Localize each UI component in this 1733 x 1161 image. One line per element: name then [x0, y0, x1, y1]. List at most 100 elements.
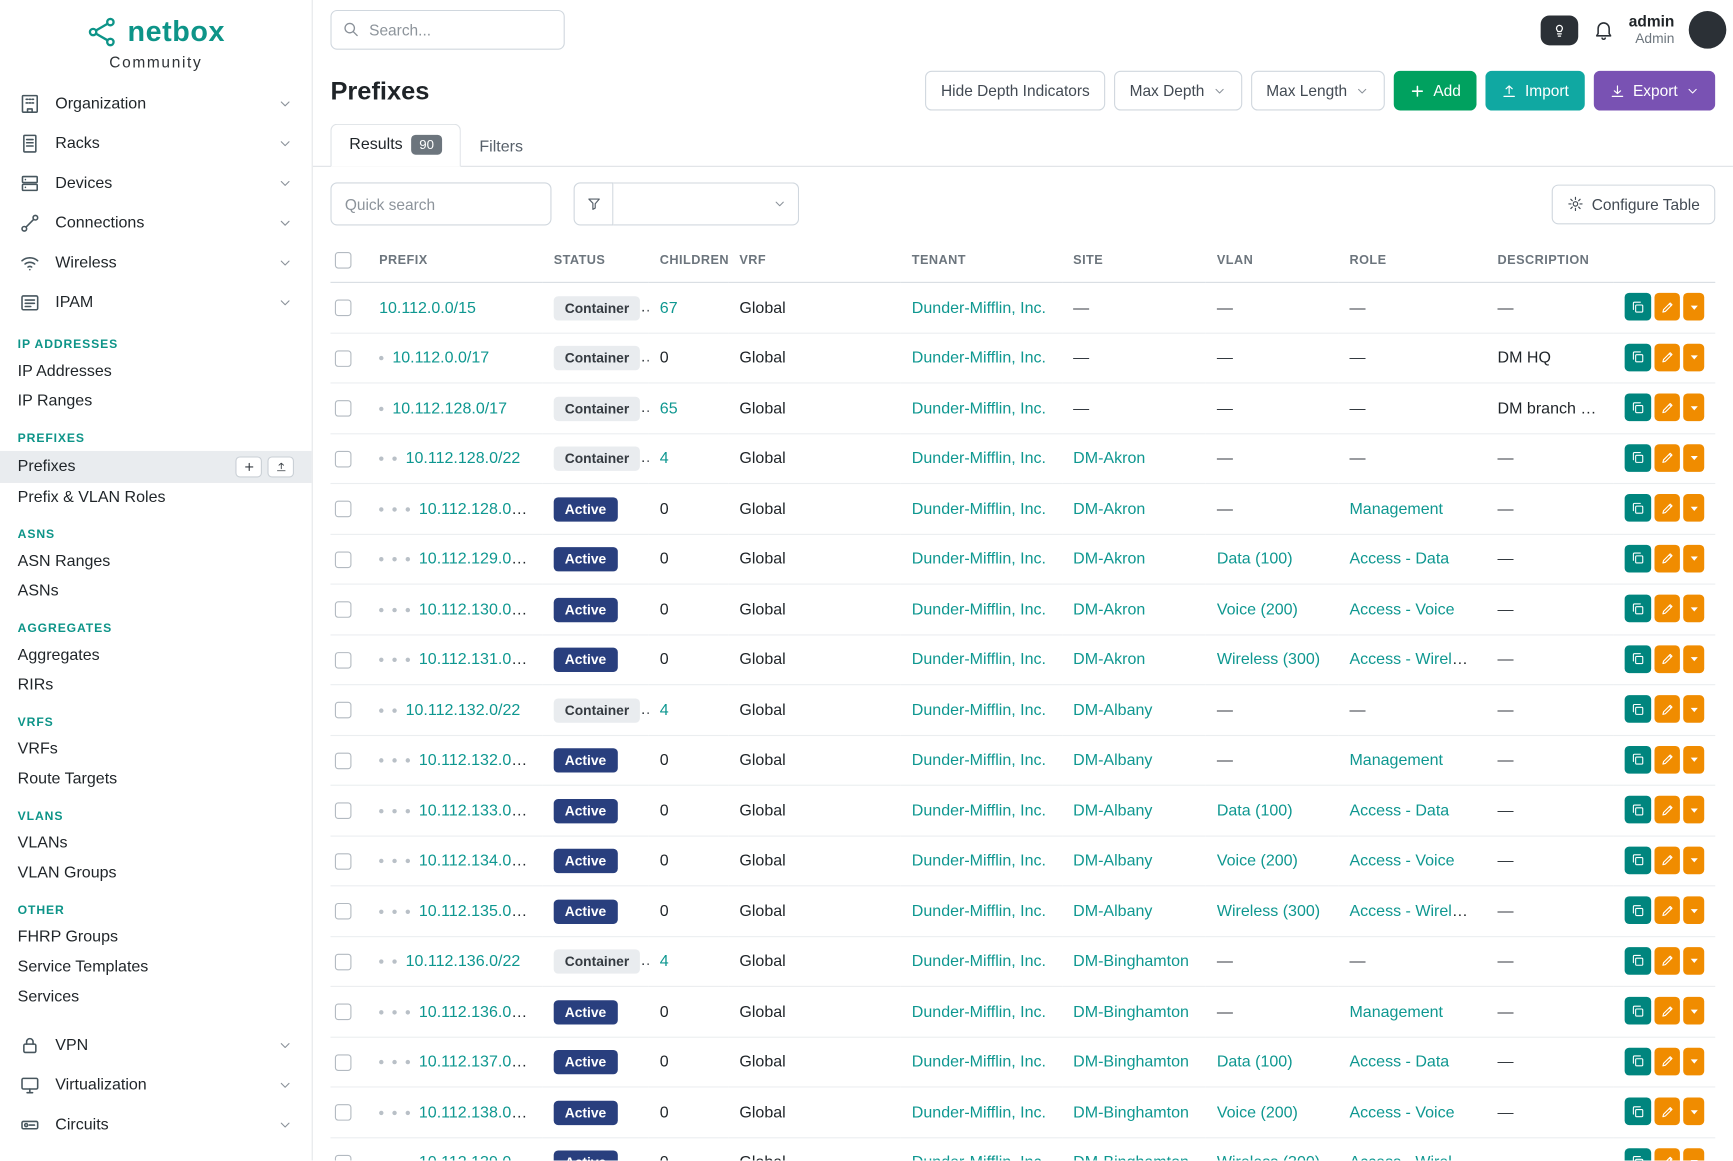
copy-button[interactable] — [1625, 746, 1651, 774]
prefix-link[interactable]: 10.112.128.0/22 — [406, 450, 521, 468]
row-checkbox[interactable] — [335, 853, 352, 870]
copy-button[interactable] — [1625, 1098, 1651, 1126]
row-checkbox[interactable] — [335, 1104, 352, 1121]
edit-button[interactable] — [1654, 1048, 1680, 1076]
column-header-status[interactable]: STATUS — [543, 239, 649, 283]
site-link[interactable]: DM-Akron — [1073, 651, 1145, 669]
prefix-link[interactable]: 10.112.132.0/28 — [419, 752, 534, 770]
vlan-link[interactable]: Wireless (300) — [1217, 651, 1320, 669]
tenant-link[interactable]: Dunder-Mifflin, Inc. — [912, 852, 1046, 870]
site-link[interactable]: DM-Albany — [1073, 852, 1152, 870]
prefix-link[interactable]: 10.112.131.0/24 — [419, 651, 534, 669]
edit-button[interactable] — [1654, 545, 1680, 573]
copy-button[interactable] — [1625, 344, 1651, 372]
edit-button[interactable] — [1654, 1098, 1680, 1126]
theme-toggle-button[interactable] — [1540, 15, 1578, 45]
site-link[interactable]: DM-Akron — [1073, 500, 1145, 518]
user-menu[interactable]: admin Admin — [1629, 12, 1675, 47]
prefix-link[interactable]: 10.112.134.0/24 — [419, 852, 534, 870]
prefix-link[interactable]: 10.112.128.0/28 — [419, 500, 534, 518]
site-link[interactable]: DM-Binghamton — [1073, 953, 1189, 971]
sidebar-item-virtualization[interactable]: Virtualization — [0, 1065, 312, 1105]
edit-button[interactable] — [1654, 846, 1680, 874]
sidebar-item-connections[interactable]: Connections — [0, 203, 312, 243]
copy-button[interactable] — [1625, 846, 1651, 874]
role-link[interactable]: Access - Voice — [1349, 1104, 1454, 1122]
site-link[interactable]: DM-Albany — [1073, 752, 1152, 770]
sidebar-item-fhrp-groups[interactable]: FHRP Groups — [0, 922, 312, 952]
tenant-link[interactable]: Dunder-Mifflin, Inc. — [912, 701, 1046, 719]
tab-results[interactable]: Results 90 — [330, 124, 460, 168]
notifications-button[interactable] — [1592, 19, 1614, 41]
copy-button[interactable] — [1625, 1148, 1651, 1160]
edit-dropdown-button[interactable] — [1684, 494, 1705, 522]
sidebar-item-asn-ranges[interactable]: ASN Ranges — [0, 547, 312, 577]
row-checkbox[interactable] — [335, 551, 352, 568]
edit-button[interactable] — [1654, 746, 1680, 774]
tenant-link[interactable]: Dunder-Mifflin, Inc. — [912, 400, 1046, 418]
children-count-link[interactable]: 4 — [660, 701, 669, 719]
copy-button[interactable] — [1625, 494, 1651, 522]
row-checkbox[interactable] — [335, 803, 352, 820]
sidebar-item-route-targets[interactable]: Route Targets — [0, 764, 312, 794]
tenant-link[interactable]: Dunder-Mifflin, Inc. — [912, 1003, 1046, 1021]
edit-dropdown-button[interactable] — [1684, 595, 1705, 623]
tenant-link[interactable]: Dunder-Mifflin, Inc. — [912, 752, 1046, 770]
column-header-description[interactable]: DESCRIPTION — [1486, 239, 1613, 283]
row-checkbox[interactable] — [335, 1054, 352, 1071]
edit-dropdown-button[interactable] — [1684, 1048, 1705, 1076]
sidebar-item-organization[interactable]: Organization — [0, 83, 312, 123]
hide-depth-indicators-button[interactable]: Hide Depth Indicators — [926, 71, 1106, 111]
site-link[interactable]: DM-Binghamton — [1073, 1053, 1189, 1071]
row-checkbox[interactable] — [335, 652, 352, 669]
sidebar-item-asns[interactable]: ASNs — [0, 576, 312, 606]
edit-button[interactable] — [1654, 645, 1680, 673]
prefix-link[interactable]: 10.112.0.0/15 — [379, 299, 476, 317]
site-link[interactable]: DM-Binghamton — [1073, 1003, 1189, 1021]
column-header-vrf[interactable]: VRF — [728, 239, 900, 283]
user-avatar[interactable] — [1689, 11, 1727, 49]
tenant-link[interactable]: Dunder-Mifflin, Inc. — [912, 1053, 1046, 1071]
copy-button[interactable] — [1625, 1048, 1651, 1076]
configure-table-button[interactable]: Configure Table — [1552, 184, 1715, 224]
site-link[interactable]: DM-Binghamton — [1073, 1154, 1189, 1160]
edit-dropdown-button[interactable] — [1684, 846, 1705, 874]
edit-button[interactable] — [1654, 897, 1680, 925]
vlan-link[interactable]: Voice (200) — [1217, 852, 1298, 870]
sidebar-item-services[interactable]: Services — [0, 982, 312, 1012]
site-link[interactable]: DM-Binghamton — [1073, 1104, 1189, 1122]
site-link[interactable]: DM-Albany — [1073, 903, 1152, 921]
copy-button[interactable] — [1625, 394, 1651, 422]
edit-dropdown-button[interactable] — [1684, 1148, 1705, 1160]
prefix-link[interactable]: 10.112.0.0/17 — [392, 349, 489, 367]
quick-search-input[interactable] — [330, 183, 551, 226]
edit-dropdown-button[interactable] — [1684, 696, 1705, 724]
edit-button[interactable] — [1654, 696, 1680, 724]
max-length-dropdown[interactable]: Max Length — [1251, 71, 1385, 111]
role-link[interactable]: Access - Wireless — [1349, 651, 1476, 669]
vlan-link[interactable]: Voice (200) — [1217, 1104, 1298, 1122]
sidebar-item-ip-ranges[interactable]: IP Ranges — [0, 386, 312, 416]
sidebar-item-ipam[interactable]: IPAM — [0, 282, 312, 322]
copy-button[interactable] — [1625, 645, 1651, 673]
edit-dropdown-button[interactable] — [1684, 344, 1705, 372]
edit-dropdown-button[interactable] — [1684, 897, 1705, 925]
column-header-role[interactable]: ROLE — [1338, 239, 1486, 283]
edit-dropdown-button[interactable] — [1684, 997, 1705, 1025]
vlan-link[interactable]: Data (100) — [1217, 1053, 1293, 1071]
row-checkbox[interactable] — [335, 954, 352, 971]
edit-dropdown-button[interactable] — [1684, 947, 1705, 975]
edit-dropdown-button[interactable] — [1684, 394, 1705, 422]
prefix-link[interactable]: 10.112.139.0/24 — [419, 1154, 534, 1160]
site-link[interactable]: DM-Akron — [1073, 601, 1145, 619]
prefix-link[interactable]: 10.112.137.0/24 — [419, 1053, 534, 1071]
site-link[interactable]: DM-Akron — [1073, 450, 1145, 468]
sidebar-item-vpn[interactable]: VPN — [0, 1025, 312, 1065]
site-link[interactable]: DM-Albany — [1073, 701, 1152, 719]
column-header-children[interactable]: CHILDREN — [649, 239, 729, 283]
children-count-link[interactable]: 4 — [660, 953, 669, 971]
row-checkbox[interactable] — [335, 300, 352, 317]
prefix-link[interactable]: 10.112.129.0/24 — [419, 551, 534, 569]
sidebar-item-vrfs[interactable]: VRFs — [0, 734, 312, 764]
copy-button[interactable] — [1625, 293, 1651, 321]
